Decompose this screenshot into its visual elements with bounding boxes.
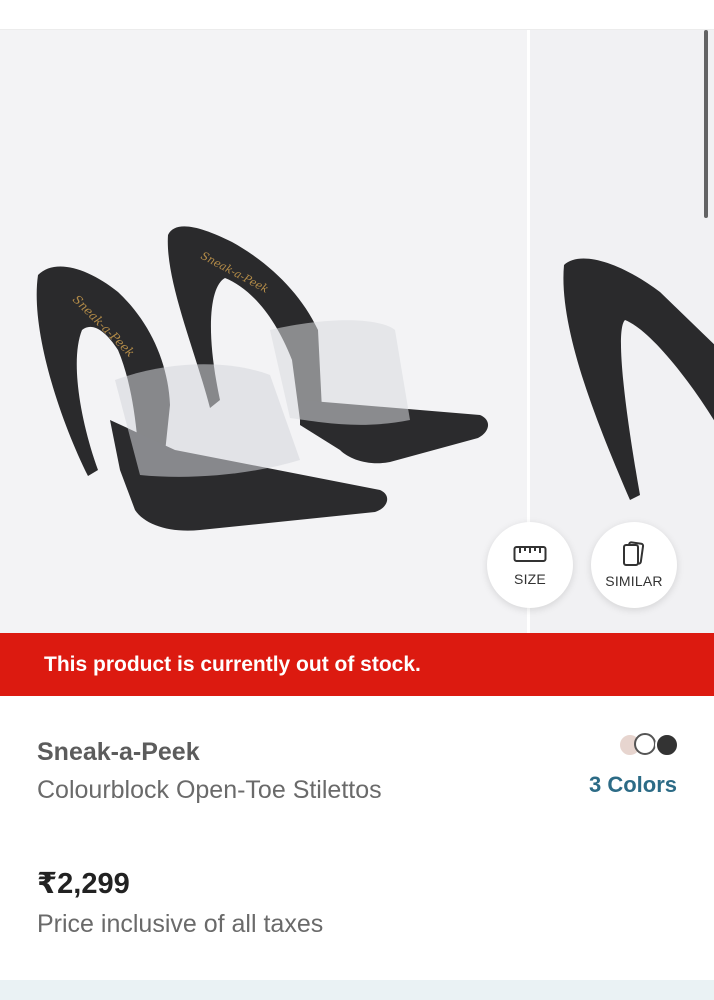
color-swatch-black[interactable]	[655, 733, 679, 757]
product-image-1[interactable]: Sneak-a-Peek Sneak-a-Peek	[0, 30, 527, 633]
similar-products-button[interactable]: SIMILAR	[591, 522, 677, 608]
color-swatches[interactable]	[618, 733, 680, 757]
bottom-strip	[0, 980, 714, 1000]
out-of-stock-banner: This product is currently out of stock.	[0, 633, 714, 696]
product-price: ₹2,299	[37, 868, 130, 900]
ruler-icon	[513, 546, 547, 562]
size-chart-button[interactable]: SIZE	[487, 522, 573, 608]
top-bar	[0, 0, 714, 30]
scrollbar-thumb[interactable]	[704, 30, 708, 218]
out-of-stock-text: This product is currently out of stock.	[44, 652, 421, 676]
product-image-gallery[interactable]: Sneak-a-Peek Sneak-a-Peek SIZE SIMILAR	[0, 30, 714, 633]
color-swatch-clear[interactable]	[634, 733, 656, 755]
similar-button-label: SIMILAR	[605, 573, 663, 589]
price-note: Price inclusive of all taxes	[37, 910, 324, 938]
colors-link[interactable]: 3 Colors	[589, 772, 677, 798]
size-button-label: SIZE	[514, 571, 546, 587]
stiletto-pair-image: Sneak-a-Peek Sneak-a-Peek	[36, 226, 489, 531]
similar-cards-icon	[623, 541, 645, 566]
product-name: Colourblock Open-Toe Stilettos	[37, 776, 382, 804]
product-brand[interactable]: Sneak-a-Peek	[37, 738, 200, 767]
